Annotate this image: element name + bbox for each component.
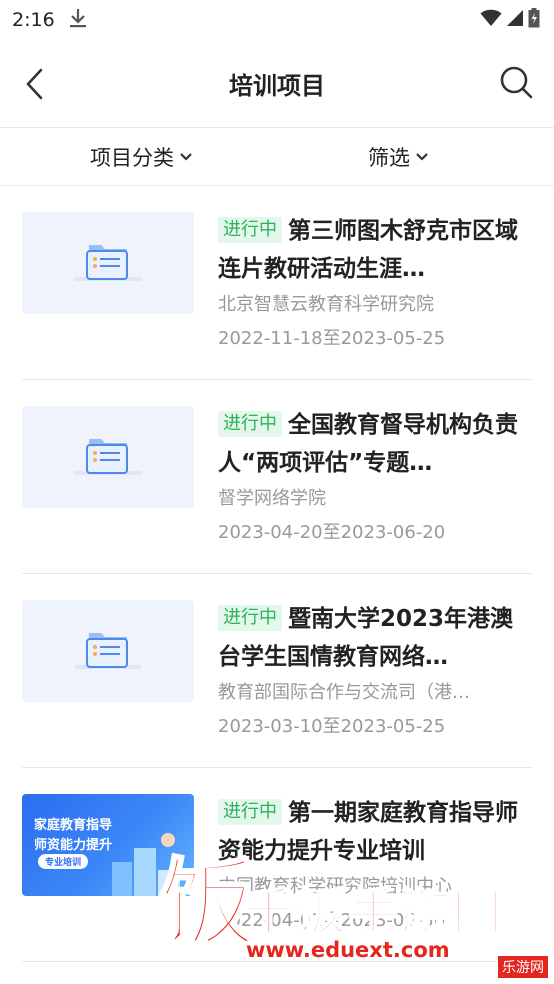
item-organization: 北京智慧云教育科学研究院 [218, 294, 434, 315]
project-list: 进行中 第三师图木舒克市区域连片教研活动生涯… 北京智慧云教育科学研究院 2022… [0, 186, 554, 962]
item-organization: 教育部国际合作与交流司（港… [218, 682, 470, 703]
chevron-down-icon [416, 152, 428, 161]
back-arrow-icon [26, 68, 43, 100]
battery-icon [528, 8, 540, 32]
item-date-range: 2023-03-10至2023-05-25 [218, 716, 446, 737]
status-badge: 进行中 [218, 605, 282, 631]
page-title: 培训项目 [229, 72, 325, 100]
cube-illustration-icon [112, 833, 180, 896]
back-button[interactable] [16, 64, 52, 104]
item-title: 进行中 暨南大学2023年港澳台学生国情教育网络… [218, 605, 514, 670]
status-time: 2:16 [12, 9, 55, 31]
app-bar: 培训项目 [0, 40, 554, 128]
list-item[interactable]: 家庭教育指导 师资能力提升 专业培训 进行中 第一期家庭教育指导师资能力提升专业培… [22, 768, 532, 962]
search-icon [500, 66, 533, 99]
chevron-down-icon [180, 152, 192, 161]
download-icon [69, 8, 87, 32]
item-date-range: 2022-11-18至2023-05-25 [218, 328, 446, 349]
placeholder-thumbnail [22, 212, 194, 314]
folder-icon [75, 245, 141, 281]
list-item[interactable]: 进行中 全国教育督导机构负责人“两项评估”专题… 督学网络学院 2023-04-2… [22, 380, 532, 574]
wifi-icon [480, 9, 502, 31]
promo-text: 家庭教育指导 师资能力提升 [34, 818, 113, 853]
status-badge: 进行中 [218, 217, 282, 243]
category-filter-label: 项目分类 [90, 145, 174, 170]
category-filter[interactable]: 项目分类 [0, 142, 276, 172]
list-item[interactable]: 进行中 第三师图木舒克市区域连片教研活动生涯… 北京智慧云教育科学研究院 2022… [22, 186, 532, 380]
list-item[interactable]: 进行中 暨南大学2023年港澳台学生国情教育网络… 教育部国际合作与交流司（港… … [22, 574, 532, 768]
status-badge: 进行中 [218, 799, 282, 825]
item-title: 进行中 第三师图木舒克市区域连片教研活动生涯… [218, 217, 518, 282]
promo-thumbnail: 家庭教育指导 师资能力提升 专业培训 [22, 794, 194, 896]
filter-bar: 项目分类 筛选 [0, 128, 554, 186]
item-organization: 督学网络学院 [218, 488, 326, 509]
search-button[interactable] [496, 62, 536, 102]
signal-icon [506, 9, 524, 31]
placeholder-thumbnail [22, 406, 194, 508]
promo-tag: 专业培训 [38, 854, 89, 869]
placeholder-thumbnail [22, 600, 194, 702]
screen-filter[interactable]: 筛选 [276, 142, 554, 172]
item-organization: 中国教育科学研究院培训中心 [218, 876, 452, 897]
folder-icon [75, 633, 141, 669]
folder-icon [75, 439, 141, 475]
status-bar: 2:16 [0, 0, 554, 40]
item-date-range: 2023-04-20至2023-06-20 [218, 522, 446, 543]
item-date-range: 2022-04-01至2023-06-30 [218, 910, 446, 931]
item-title: 进行中 全国教育督导机构负责人“两项评估”专题… [218, 411, 518, 476]
status-badge: 进行中 [218, 411, 282, 437]
screen-filter-label: 筛选 [368, 145, 410, 170]
item-title: 进行中 第一期家庭教育指导师资能力提升专业培训 [218, 799, 518, 864]
